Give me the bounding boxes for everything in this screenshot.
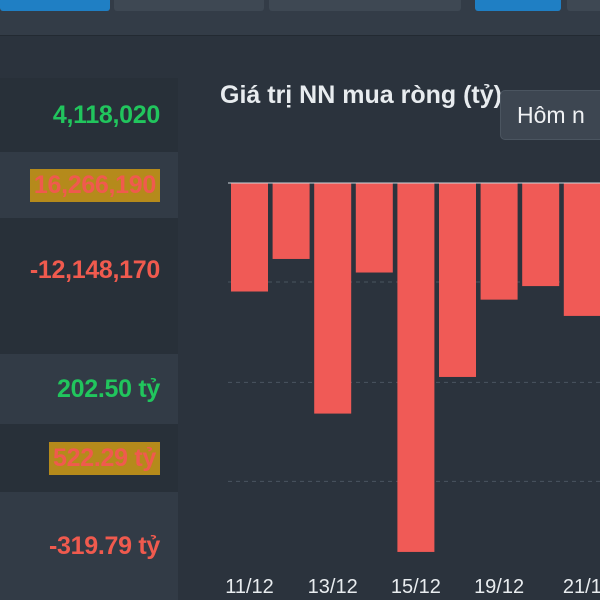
stat-row-value-net: -319.79 tỷ (0, 492, 178, 600)
x-tick-label: 13/12 (308, 576, 358, 598)
x-tick-label: 21/1 (563, 576, 600, 598)
chart-bar[interactable] (563, 183, 600, 316)
tab-3[interactable] (269, 0, 461, 11)
x-tick-label: 15/12 (391, 576, 441, 598)
stats-panel: 4,118,020 16,266,190 -12,148,170 202.50 … (0, 36, 178, 600)
stat-row-value-buy: 202.50 tỷ (0, 354, 178, 424)
tab-active[interactable] (0, 0, 110, 11)
stat-value: -12,148,170 (29, 255, 160, 284)
stat-value: -319.79 tỷ (49, 531, 160, 560)
chart-bar[interactable] (439, 183, 476, 377)
top-tab-bar (0, 0, 600, 36)
chart-bar[interactable] (522, 183, 560, 287)
time-range-value: Hôm n (517, 101, 585, 128)
net-foreign-chart-panel: 11/12 13/12 15/12 19/12 21/1 Giá trị NN mua … (200, 36, 600, 600)
stat-row-volume-buy: 4,118,020 (0, 78, 178, 152)
stat-value-highlighted: 522.29 tỷ (49, 441, 160, 475)
x-tick-label: 11/12 (225, 576, 274, 598)
tab-4[interactable] (475, 0, 561, 11)
stat-spacer (0, 322, 178, 354)
tab-5[interactable] (567, 0, 600, 11)
chart-bar[interactable] (231, 183, 268, 292)
stat-row-volume-net: -12,148,170 (0, 218, 178, 322)
stat-value-highlighted: 16,266,190 (29, 168, 160, 202)
chart-bar[interactable] (480, 183, 518, 300)
stat-row-value-sell: 522.29 tỷ (0, 424, 178, 492)
stat-row-volume-sell: 16,266,190 (0, 152, 178, 218)
time-range-select[interactable]: Hôm n (500, 90, 600, 140)
chart-bar[interactable] (355, 183, 393, 273)
chart-bar[interactable] (314, 183, 352, 414)
tab-2[interactable] (114, 0, 264, 11)
stat-value: 4,118,020 (52, 100, 160, 129)
x-tick-label: 19/12 (474, 576, 524, 598)
chart-title: Giá trị NN mua ròng (tỷ) (220, 81, 502, 109)
chart-bar[interactable] (272, 183, 310, 259)
stat-value: 202.50 tỷ (57, 374, 160, 403)
chart-bar[interactable] (397, 183, 435, 552)
